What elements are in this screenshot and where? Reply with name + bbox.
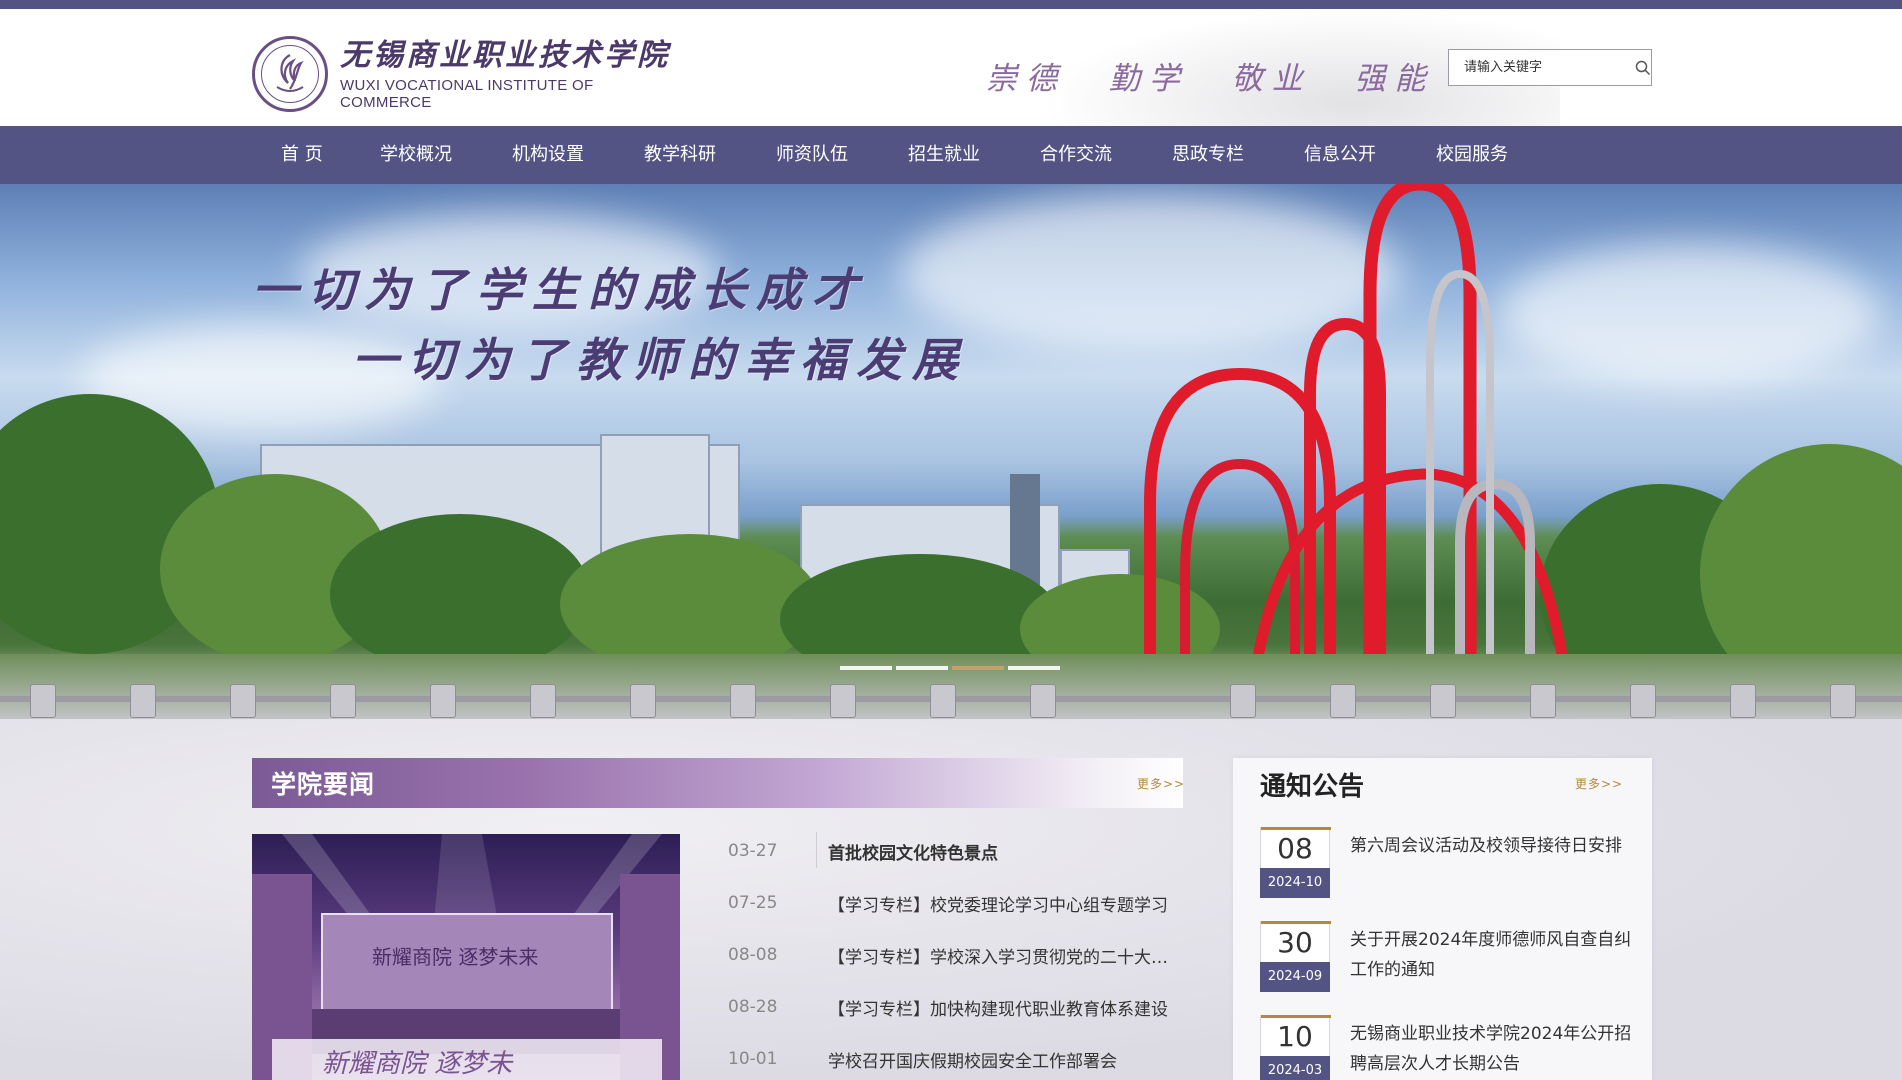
notice-day: 10	[1277, 1020, 1313, 1053]
railing-post	[230, 684, 256, 718]
news-list: 03-27 首批校园文化特色景点 07-25 【学习专栏】校党委理论学习中心组专…	[728, 825, 1183, 1080]
notice-title: 第六周会议活动及校领导接待日安排	[1350, 836, 1622, 856]
news-item[interactable]: 10-01 学校召开国庆假期校园安全工作部署会	[728, 1033, 1183, 1080]
nav-item-faculty[interactable]: 师资队伍	[746, 126, 878, 184]
railing-post	[530, 684, 556, 718]
nav-item-teaching-research[interactable]: 教学科研	[614, 126, 746, 184]
railing-post	[1330, 684, 1356, 718]
search-box	[1448, 49, 1652, 86]
header: 无锡商业职业技术学院 WUXI VOCATIONAL INSTITUTE OF …	[0, 9, 1902, 126]
arch-sculpture	[1144, 184, 1576, 719]
news-more-link[interactable]: 更多>>	[1137, 775, 1185, 792]
notice-item[interactable]: 30 2024-09 关于开展2024年度师德师风自查自纠工作的通知	[1260, 921, 1631, 1001]
school-logo[interactable]: 无锡商业职业技术学院 WUXI VOCATIONAL INSTITUTE OF …	[252, 34, 682, 114]
carousel-dot[interactable]	[896, 666, 948, 670]
news-title: 【学习专栏】加快构建现代职业教育体系建设	[828, 999, 1168, 1020]
notice-more-link[interactable]: 更多>>	[1575, 775, 1623, 792]
railing-post	[1730, 684, 1756, 718]
news-date: 08-28	[728, 997, 778, 1017]
carousel-dot[interactable]	[1008, 666, 1060, 670]
news-date: 10-01	[728, 1049, 778, 1069]
railing-post	[30, 684, 56, 718]
railing-post	[1230, 684, 1256, 718]
nav-item-home[interactable]: 首 页	[252, 126, 350, 184]
railing-post	[1030, 684, 1056, 718]
railing-post	[930, 684, 956, 718]
nav-item-organization[interactable]: 机构设置	[482, 126, 614, 184]
notice-item[interactable]: 08 2024-10 第六周会议活动及校领导接待日安排	[1260, 827, 1630, 907]
nav-item-overview[interactable]: 学校概况	[350, 126, 482, 184]
school-motto: 崇德 勤学 敬业 强能	[986, 61, 1435, 97]
carousel-dot-active[interactable]	[952, 666, 1004, 670]
news-title: 首批校园文化特色景点	[828, 843, 998, 864]
nav-item-cooperation[interactable]: 合作交流	[1010, 126, 1142, 184]
banner-slogan-line1: 一切为了学生的成长成才	[252, 263, 868, 317]
notice-section-title: 通知公告	[1260, 772, 1365, 802]
tree	[330, 514, 590, 674]
nav-item-campus-services[interactable]: 校园服务	[1406, 126, 1538, 184]
railing-post	[130, 684, 156, 718]
notice-year-month: 2024-09	[1260, 962, 1330, 992]
stage-photo: 新耀商院 逐梦未来 新耀商院 逐梦未	[252, 834, 680, 1080]
carousel-dot[interactable]	[840, 666, 892, 670]
railing-post	[730, 684, 756, 718]
news-date: 07-25	[728, 893, 778, 913]
news-date: 03-27	[728, 841, 778, 861]
news-item[interactable]: 03-27 首批校园文化特色景点	[728, 825, 1183, 877]
notice-date-box: 10 2024-03	[1260, 1015, 1331, 1080]
news-item[interactable]: 08-28 【学习专栏】加快构建现代职业教育体系建设	[728, 981, 1183, 1033]
news-title: 【学习专栏】校党委理论学习中心组专题学习	[828, 895, 1168, 916]
search-icon[interactable]	[1634, 50, 1651, 85]
school-name-en: WUXI VOCATIONAL INSTITUTE OF COMMERCE	[340, 77, 594, 111]
nav-item-admissions[interactable]: 招生就业	[878, 126, 1010, 184]
nav-item-disclosure[interactable]: 信息公开	[1274, 126, 1406, 184]
notice-date-box: 30 2024-09	[1260, 921, 1331, 992]
notice-title: 关于开展2024年度师德师风自查自纠工作的通知	[1350, 930, 1632, 980]
news-item[interactable]: 07-25 【学习专栏】校党委理论学习中心组专题学习	[728, 877, 1183, 929]
notice-item[interactable]: 10 2024-03 无锡商业职业技术学院2024年公开招聘高层次人才长期公告	[1260, 1015, 1631, 1080]
news-section-header: 学院要闻	[252, 758, 1183, 808]
school-name-cn: 无锡商业职业技术学院	[340, 38, 670, 73]
nav-item-ideology[interactable]: 思政专栏	[1142, 126, 1274, 184]
banner-slogan-line2: 一切为了教师的幸福发展	[352, 333, 968, 387]
railing-post	[430, 684, 456, 718]
railing-post	[1530, 684, 1556, 718]
news-item[interactable]: 08-08 【学习专栏】学校深入学习贯彻党的二十大精神	[728, 929, 1183, 981]
banner-carousel[interactable]: 一切为了学生的成长成才 一切为了教师的幸福发展	[0, 184, 1902, 719]
main-nav: 首 页 学校概况 机构设置 教学科研 师资队伍 招生就业 合作交流 思政专栏 信…	[0, 126, 1902, 184]
tree	[560, 534, 820, 674]
railing-post	[830, 684, 856, 718]
school-seal-icon	[252, 36, 328, 112]
notice-year-month: 2024-10	[1260, 868, 1330, 898]
svg-text:新耀商院 逐梦未: 新耀商院 逐梦未	[322, 1049, 514, 1079]
railing-post	[1630, 684, 1656, 718]
logo-text: 无锡商业职业技术学院 WUXI VOCATIONAL INSTITUTE OF …	[340, 37, 682, 111]
notice-date-box: 08 2024-10	[1260, 827, 1331, 898]
svg-text:新耀商院 逐梦未来: 新耀商院 逐梦未来	[372, 945, 538, 969]
notice-year-month: 2024-03	[1260, 1056, 1330, 1080]
news-title: 【学习专栏】学校深入学习贯彻党的二十大精神	[828, 947, 1183, 968]
notice-panel: 通知公告 更多>> 08 2024-10 第六周会议活动及校领导接待日安排 30…	[1233, 758, 1652, 1080]
top-strip	[0, 0, 1902, 9]
search-input[interactable]	[1449, 50, 1634, 85]
news-title: 学校召开国庆假期校园安全工作部署会	[828, 1051, 1117, 1072]
news-section-title: 学院要闻	[271, 770, 376, 799]
carousel-indicators	[840, 666, 1060, 670]
notice-day: 30	[1277, 926, 1313, 959]
notice-title: 无锡商业职业技术学院2024年公开招聘高层次人才长期公告	[1350, 1024, 1632, 1074]
railing-post	[330, 684, 356, 718]
railing-post	[1830, 684, 1856, 718]
notice-day: 08	[1277, 832, 1313, 865]
railing-post	[630, 684, 656, 718]
news-featured-image[interactable]: 新耀商院 逐梦未来 新耀商院 逐梦未	[252, 834, 680, 1080]
railing-post	[1430, 684, 1456, 718]
news-date: 08-08	[728, 945, 778, 965]
